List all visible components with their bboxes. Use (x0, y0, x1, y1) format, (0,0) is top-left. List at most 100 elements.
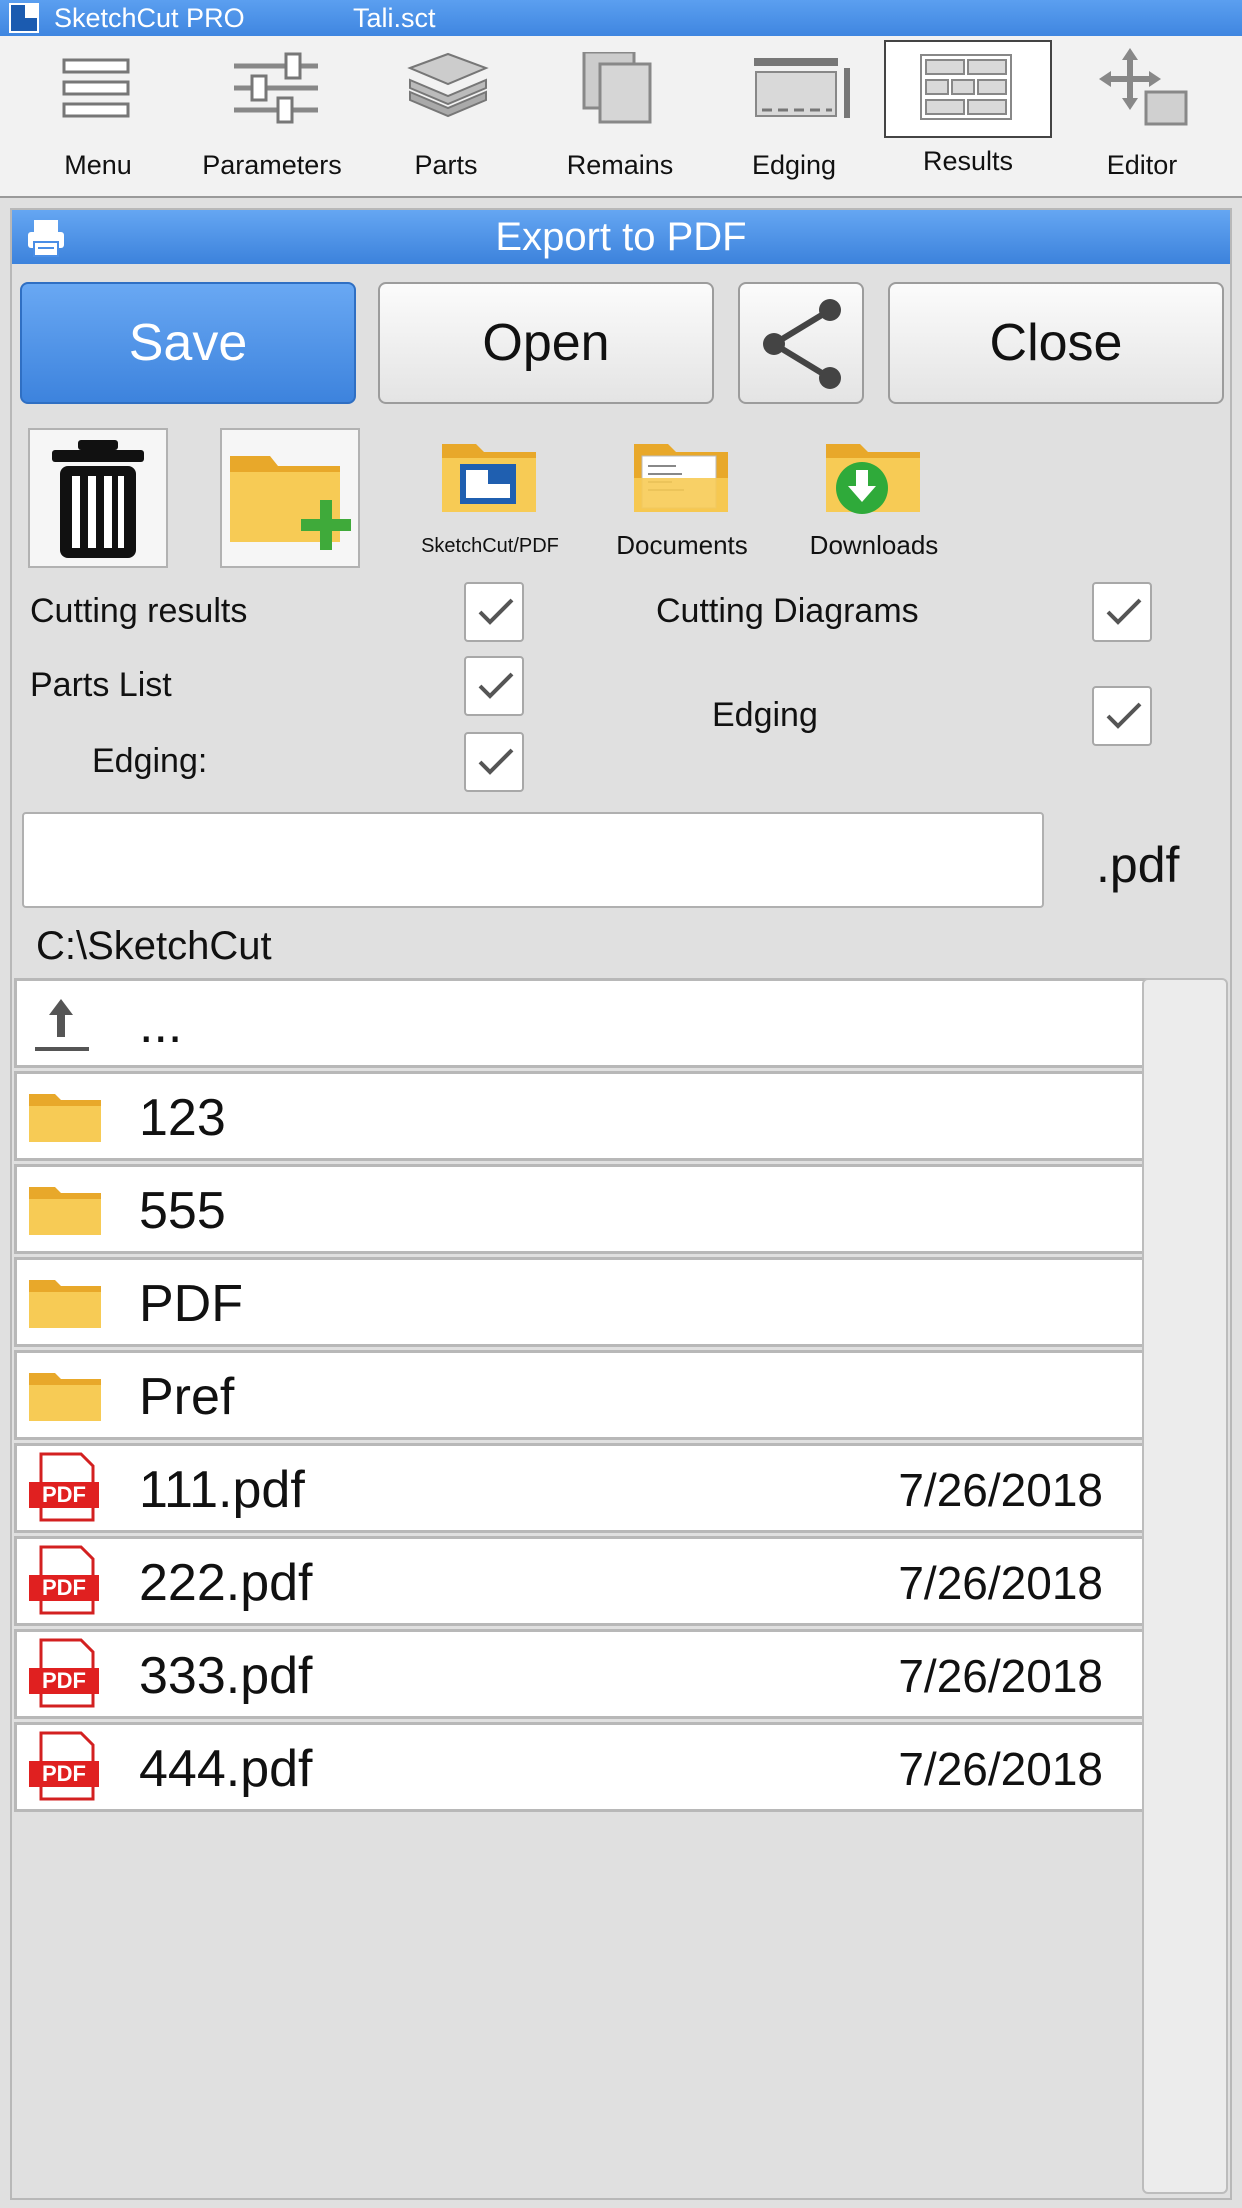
cutting-diagrams-checkbox[interactable] (1092, 582, 1152, 642)
folder-label: Documents (616, 530, 748, 560)
file-date: 7/26/2018 (898, 1464, 1103, 1516)
toolbar-label: Edging (751, 150, 837, 180)
new-folder-button[interactable] (220, 428, 360, 568)
folder-icon (29, 1280, 101, 1328)
folder-label: Downloads (809, 530, 939, 560)
list-item-parent[interactable]: ... (14, 978, 1152, 1068)
trash-icon (52, 440, 144, 558)
list-item-folder[interactable]: PDF (14, 1257, 1152, 1347)
folder-label: SketchCut/PDF (421, 535, 559, 557)
pdf-file-icon: PDF (29, 1452, 99, 1522)
edging-label: Edging (712, 696, 818, 734)
downloads-folder-icon (826, 444, 920, 514)
app-name: SketchCut PRO (54, 3, 245, 33)
parts-list-checkbox[interactable] (464, 656, 524, 716)
title-bar: SketchCut PRO Tali.sct (0, 0, 1242, 36)
file-name: ... (139, 996, 183, 1054)
save-button[interactable]: Save (20, 282, 356, 404)
app-logo-icon (9, 3, 39, 33)
file-name: 111.pdf (139, 1461, 305, 1519)
toolbar-edging[interactable]: Edging (710, 40, 878, 190)
main-toolbar: Menu Parameters Parts Remains Edging Res… (0, 36, 1242, 198)
remains-icon (582, 52, 652, 124)
up-arrow-icon (35, 999, 89, 1051)
sketchcut-pdf-shortcut[interactable]: SketchCut/PDF (421, 430, 559, 570)
list-item-folder[interactable]: 123 (14, 1071, 1152, 1161)
list-item-pdf[interactable]: PDF 333.pdf 7/26/2018 (14, 1629, 1152, 1719)
results-icon (920, 54, 1012, 120)
checkmark-icon (478, 598, 514, 625)
toolbar-label: Editor (1106, 150, 1178, 180)
toolbar-label: Parts (414, 150, 478, 180)
svg-text:PDF: PDF (42, 1575, 86, 1600)
svg-text:PDF: PDF (42, 1482, 86, 1507)
folder-icon (29, 1373, 101, 1421)
share-button[interactable] (738, 282, 864, 404)
toolbar-remains[interactable]: Remains (536, 40, 704, 190)
toolbar-label: Remains (566, 150, 674, 180)
toolbar-parameters[interactable]: Parameters (188, 40, 356, 190)
file-name: Tali.sct (353, 3, 436, 33)
parts-edging-checkbox[interactable] (464, 732, 524, 792)
list-item-pdf[interactable]: PDF 444.pdf 7/26/2018 (14, 1722, 1152, 1812)
list-item-pdf[interactable]: PDF 222.pdf 7/26/2018 (14, 1536, 1152, 1626)
checkmark-icon (1106, 598, 1142, 625)
delete-button[interactable] (28, 428, 168, 568)
svg-text:PDF: PDF (42, 1761, 86, 1786)
menu-icon (62, 58, 130, 118)
filename-input[interactable] (22, 812, 1044, 908)
file-name: 444.pdf (139, 1740, 313, 1798)
file-list-scrollbar[interactable] (1142, 978, 1228, 2194)
toolbar-label: Parameters (202, 150, 342, 180)
list-item-pdf[interactable]: PDF 111.pdf 7/26/2018 (14, 1443, 1152, 1533)
toolbar-menu[interactable]: Menu (14, 40, 182, 190)
current-path: C:\SketchCut (36, 924, 272, 968)
share-icon (763, 299, 841, 389)
pdf-file-icon: PDF (29, 1731, 99, 1801)
printer-icon (28, 220, 64, 257)
sketchcut-folder-icon (442, 444, 536, 512)
edging-icon (754, 58, 850, 118)
close-button[interactable]: Close (888, 282, 1224, 404)
checkmark-icon (478, 748, 514, 775)
parts-edging-label: Edging: (92, 742, 208, 780)
cutting-results-checkbox[interactable] (464, 582, 524, 642)
checkmark-icon (478, 672, 514, 699)
sliders-icon (234, 52, 318, 124)
toolbar-results[interactable]: Results (884, 40, 1052, 176)
export-pdf-dialog: Export to PDF Save Open Close SketchCut/… (10, 208, 1232, 2200)
parts-list-label: Parts List (30, 666, 172, 704)
documents-folder-icon (634, 444, 728, 512)
new-folder-icon (230, 456, 351, 550)
list-item-folder[interactable]: Pref (14, 1350, 1152, 1440)
file-name: 333.pdf (139, 1647, 313, 1705)
file-extension: .pdf (1096, 837, 1180, 893)
file-name: 555 (139, 1182, 226, 1240)
svg-text:PDF: PDF (42, 1668, 86, 1693)
pdf-file-icon: PDF (29, 1638, 99, 1708)
open-button[interactable]: Open (378, 282, 714, 404)
file-date: 7/26/2018 (898, 1650, 1103, 1702)
pdf-file-icon: PDF (29, 1545, 99, 1615)
dialog-header: Export to PDF (12, 210, 1230, 264)
checkmark-icon (1106, 702, 1142, 729)
layers-icon (407, 52, 489, 118)
toolbar-label: Menu (64, 150, 132, 180)
move-icon (1099, 48, 1188, 126)
documents-shortcut[interactable]: Documents (614, 430, 750, 570)
folder-icon (29, 1187, 101, 1235)
cutting-diagrams-label: Cutting Diagrams (656, 592, 919, 630)
file-name: PDF (139, 1275, 243, 1333)
list-item-folder[interactable]: 555 (14, 1164, 1152, 1254)
folder-icon (29, 1094, 101, 1142)
file-date: 7/26/2018 (898, 1557, 1103, 1609)
file-name: Pref (139, 1368, 235, 1426)
toolbar-editor[interactable]: Editor (1058, 40, 1226, 190)
cutting-results-label: Cutting results (30, 592, 248, 630)
edging-checkbox[interactable] (1092, 686, 1152, 746)
downloads-shortcut[interactable]: Downloads (806, 430, 942, 570)
dialog-title: Export to PDF (495, 215, 747, 259)
toolbar-label: Results (922, 146, 1014, 176)
toolbar-parts[interactable]: Parts (362, 40, 530, 190)
file-date: 7/26/2018 (898, 1743, 1103, 1795)
